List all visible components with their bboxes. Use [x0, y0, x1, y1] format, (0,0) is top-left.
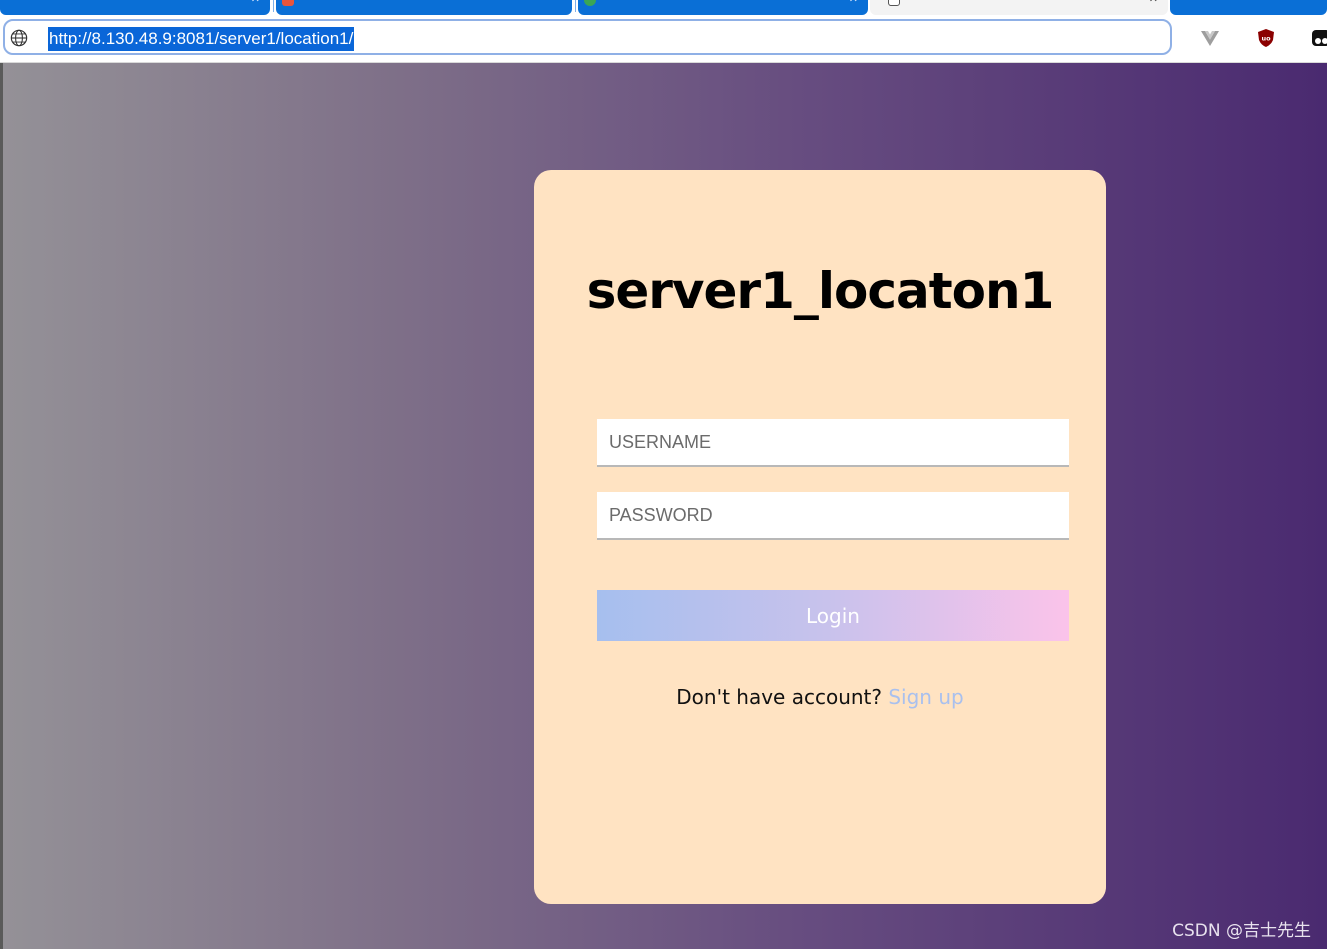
password-input[interactable] [597, 492, 1069, 540]
tab-separator [575, 0, 576, 12]
watermark: CSDN @吉士先生 [1172, 921, 1311, 941]
login-button[interactable]: Login [597, 590, 1069, 641]
signup-link[interactable]: Sign up [888, 685, 963, 709]
globe-icon [10, 29, 28, 47]
login-card: server1_locaton1 Login Don't have accoun… [534, 170, 1106, 904]
close-icon[interactable]: ✕ [849, 0, 858, 5]
page-title: server1_locaton1 [586, 262, 1055, 320]
page-icon [888, 0, 900, 6]
tab-2[interactable] [276, 0, 572, 15]
tab-strip: ✕ ✕ ✕ [0, 0, 1327, 15]
favicon-icon [282, 0, 294, 6]
vue-devtools-icon[interactable] [1199, 27, 1221, 49]
tab-3[interactable]: ✕ [578, 0, 868, 15]
close-icon[interactable]: ✕ [1149, 0, 1158, 5]
ublock-icon[interactable]: uo [1255, 27, 1277, 49]
browser-window: ✕ ✕ ✕ http://8.130.48.9:8081/server1/ [0, 0, 1327, 949]
username-input[interactable] [597, 419, 1069, 467]
browser-toolbar: http://8.130.48.9:8081/server1/location1… [0, 15, 1327, 63]
signup-line: Don't have account? Sign up [534, 685, 1106, 709]
tab-1[interactable]: ✕ [0, 0, 270, 15]
tab-active[interactable]: ✕ [870, 0, 1168, 15]
favicon-icon [584, 0, 596, 6]
tab-separator [273, 0, 274, 12]
page-background: server1_locaton1 Login Don't have accoun… [3, 63, 1327, 949]
svg-text:uo: uo [1261, 35, 1271, 43]
address-bar[interactable]: http://8.130.48.9:8081/server1/location1… [3, 19, 1172, 55]
close-icon[interactable]: ✕ [251, 0, 260, 5]
tab-5[interactable] [1170, 0, 1327, 15]
url-text[interactable]: http://8.130.48.9:8081/server1/location1… [48, 27, 355, 51]
extension-icon[interactable] [1310, 27, 1327, 49]
signup-prompt: Don't have account? [676, 685, 889, 709]
